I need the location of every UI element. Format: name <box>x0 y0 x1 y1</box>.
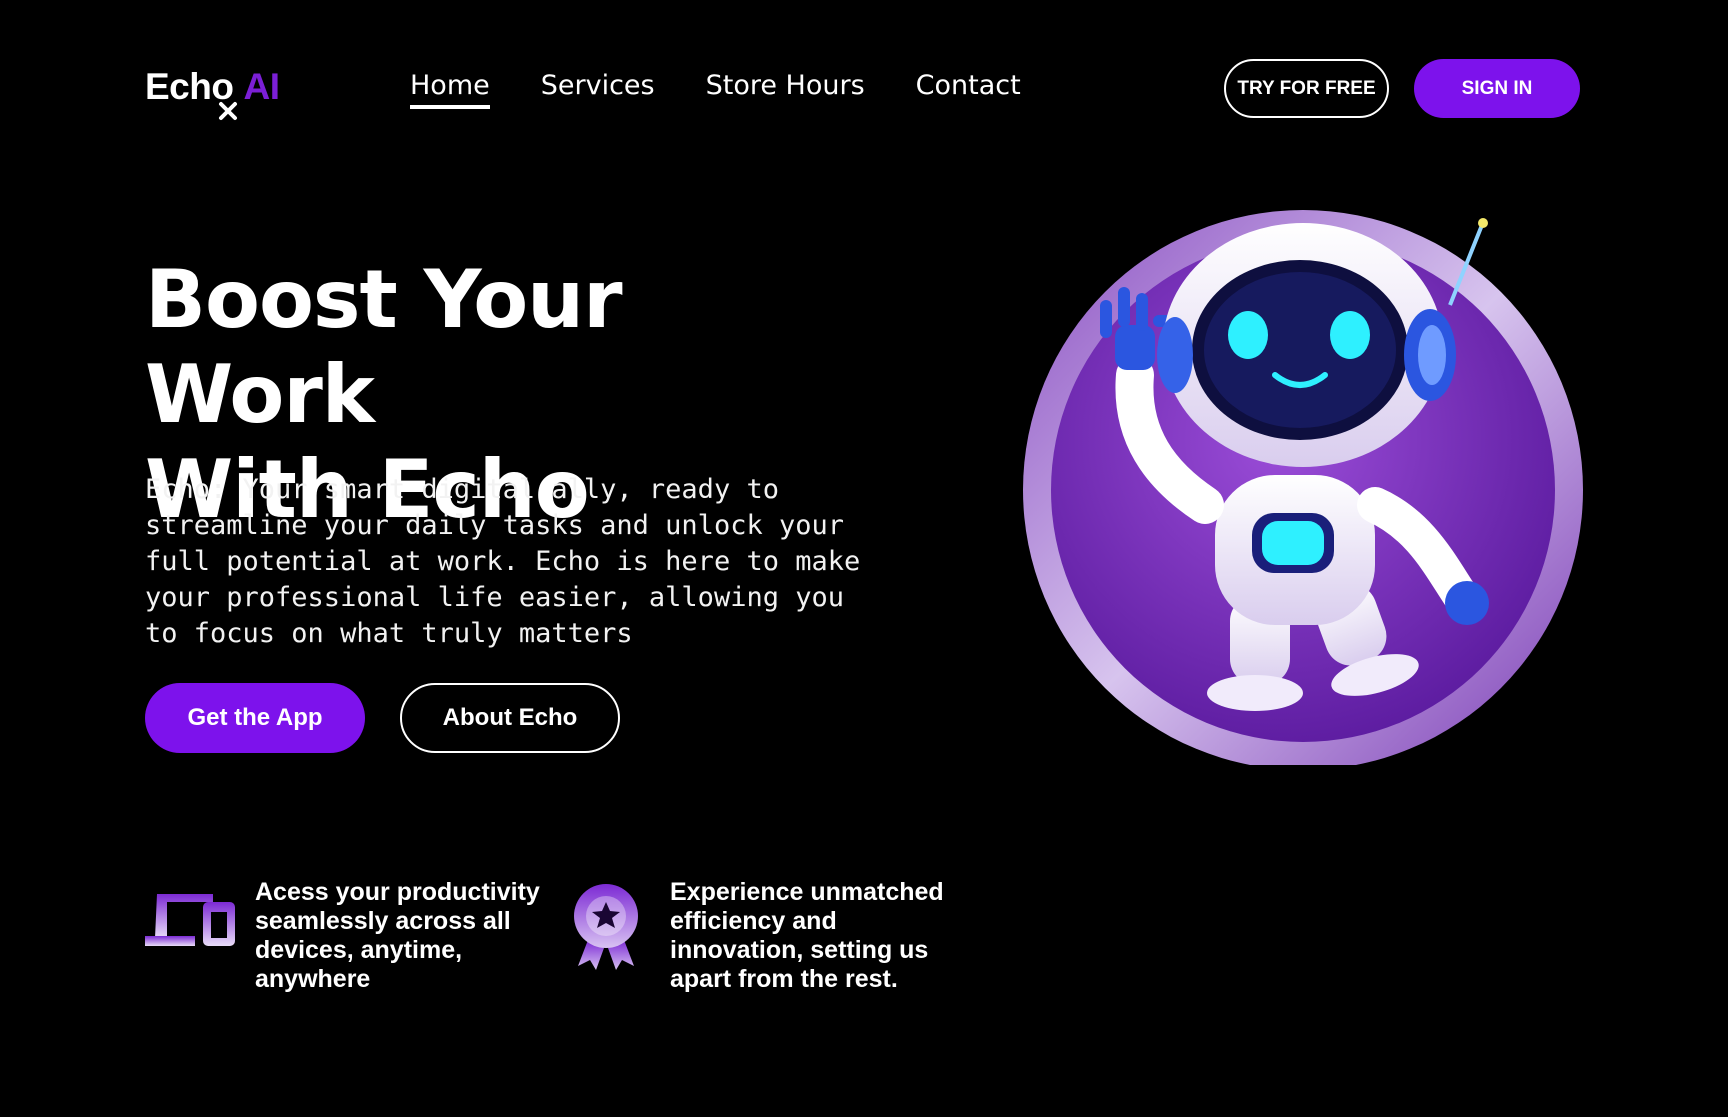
devices-icon <box>145 894 235 946</box>
feature-efficiency-text: Experience unmatched efficiency and inno… <box>670 878 944 993</box>
hero-description: Echo: Your smart digital ally, ready to … <box>145 474 861 649</box>
get-app-button[interactable]: Get the App <box>145 683 365 753</box>
main-nav: Home Services Store Hours Contact <box>410 70 1021 109</box>
robot-illustration <box>1020 205 1585 770</box>
nav-home[interactable]: Home <box>410 70 490 109</box>
robot-image <box>1023 210 1583 770</box>
feature-devices-text: Acess your productivity seamlessly acros… <box>255 878 540 993</box>
landing-page: Echo AI Home Services Store Hours Contac… <box>0 0 1728 1117</box>
sign-in-button[interactable]: SIGN IN <box>1414 59 1580 118</box>
logo[interactable]: Echo AI <box>145 66 280 120</box>
nav-contact[interactable]: Contact <box>916 70 1021 107</box>
about-echo-button[interactable]: About Echo <box>400 683 620 753</box>
logo-suffix: AI <box>243 66 280 107</box>
nav-store-hours[interactable]: Store Hours <box>706 70 865 107</box>
badge-star-icon <box>574 884 638 970</box>
logo-x-icon <box>219 102 237 120</box>
try-for-free-button[interactable]: TRY FOR FREE <box>1224 59 1389 118</box>
feature-devices: Acess your productivity seamlessly acros… <box>145 878 555 994</box>
feature-efficiency: Experience unmatched efficiency and inno… <box>570 878 970 994</box>
hero-title-line-1: Boost Your Work <box>145 253 623 441</box>
nav-services[interactable]: Services <box>541 70 655 107</box>
